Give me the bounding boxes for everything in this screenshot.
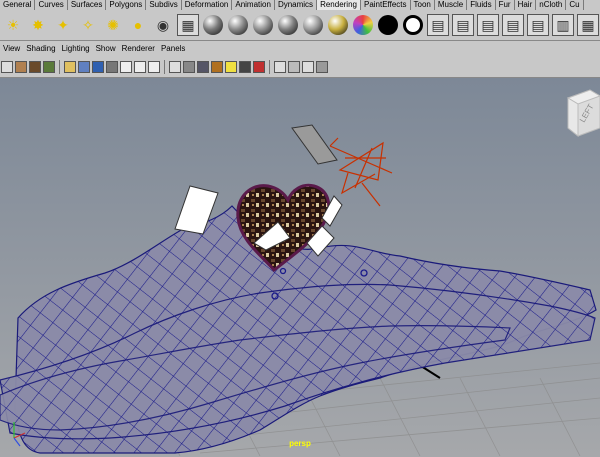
directional-light-icon[interactable]: ☀ [2,14,24,36]
shelf-tab-polygons[interactable]: Polygons [106,0,147,10]
shelf-tab-dynamics[interactable]: Dynamics [275,0,318,10]
shelf-tab-toon[interactable]: Toon [411,0,435,10]
textured-icon[interactable] [211,61,223,73]
shelf-tab-fluids[interactable]: Fluids [467,0,496,10]
panel-menu-lighting[interactable]: Lighting [59,44,93,53]
scene-canvas: LEFT [0,78,600,457]
aim-camera-icon[interactable]: ▦ [177,14,199,36]
ipr-render-icon[interactable]: ▤ [452,14,474,36]
shadows-icon[interactable] [239,61,251,73]
panel-menu-shading[interactable]: Shading [23,44,58,53]
shelf-tab-fur[interactable]: Fur [496,0,515,10]
ambient-light-icon[interactable]: ● [127,14,149,36]
gate-mask-icon[interactable] [106,61,118,73]
shelf-tab-cu[interactable]: Cu [566,0,584,10]
select-camera-icon[interactable] [1,61,13,73]
shelf-tab-surfaces[interactable]: Surfaces [68,0,107,10]
isolate-select-icon[interactable] [274,61,286,73]
film-gate-icon[interactable] [78,61,90,73]
safe-action-icon[interactable] [134,61,146,73]
use-all-lights-icon[interactable] [225,61,237,73]
shelf-tab-subdivs[interactable]: Subdivs [146,0,182,10]
volume-light-icon[interactable]: ✺ [102,14,124,36]
ramp-color-shader-icon[interactable] [352,14,374,36]
hypershade-icon[interactable]: ▥ [552,14,574,36]
phong-shader-icon[interactable] [252,14,274,36]
panel-menu-panels[interactable]: Panels [158,44,188,53]
toolbar-divider [269,60,270,74]
shelf-tab-muscle[interactable]: Muscle [435,0,468,10]
resolution-gate-icon[interactable] [92,61,104,73]
panel-menu-bar: View Shading Lighting Show Renderer Panels [0,41,600,56]
camera-name-label: persp [289,439,311,448]
shelf-toolbar: ☀✸✦✧✺●◉▦▤▤▤▤▤▥▦✕▤ [0,10,600,41]
toolbar-divider [59,60,60,74]
shelf-tab-rendering[interactable]: Rendering [317,0,361,10]
shelf-tab-painteffects[interactable]: PaintEffects [361,0,411,10]
batch-render-icon[interactable]: ▤ [527,14,549,36]
render-view-icon[interactable]: ▤ [502,14,524,36]
xray-icon[interactable] [288,61,300,73]
phong-e-shader-icon[interactable] [277,14,299,36]
panel-menu-show[interactable]: Show [93,44,119,53]
high-quality-icon[interactable] [253,61,265,73]
shelf-tab-general[interactable]: General [0,0,36,10]
view-cube[interactable]: LEFT [566,89,600,138]
shelf-tab-hair[interactable]: Hair [515,0,537,10]
bookmark-icon[interactable] [29,61,41,73]
shelf-tab-curves[interactable]: Curves [35,0,68,10]
render-settings-icon[interactable]: ▤ [477,14,499,36]
toolbar-divider [164,60,165,74]
shelf-tabs: General Curves Surfaces Polygons Subdivs Defo… [0,0,600,10]
ramp-shader-icon[interactable] [327,14,349,36]
shelf-tab-ncloth[interactable]: nCloth [536,0,567,10]
lambert-shader-icon[interactable] [202,14,224,36]
shelf-tab-deformation[interactable]: Deformation [182,0,233,10]
smooth-shade-icon[interactable] [183,61,195,73]
render-current-frame-icon[interactable]: ▤ [427,14,449,36]
wireframe-icon[interactable] [169,61,181,73]
field-chart-icon[interactable] [120,61,132,73]
panel-menu-view[interactable]: View [0,44,23,53]
panel-menu-renderer[interactable]: Renderer [119,44,158,53]
backface-culling-icon[interactable] [316,61,328,73]
area-light-icon[interactable]: ✧ [77,14,99,36]
shelf-tab-animation[interactable]: Animation [232,0,275,10]
use-background-shader-icon[interactable] [402,14,424,36]
safe-title-icon[interactable] [148,61,160,73]
surface-shader-icon[interactable] [377,14,399,36]
camera-icon[interactable]: ◉ [152,14,174,36]
blinn-shader-icon[interactable] [227,14,249,36]
camera-attributes-icon[interactable] [15,61,27,73]
spot-light-icon[interactable]: ✸ [27,14,49,36]
grid-icon[interactable] [64,61,76,73]
anisotropic-shader-icon[interactable] [302,14,324,36]
xray-joints-icon[interactable] [302,61,314,73]
point-light-icon[interactable]: ✦ [52,14,74,36]
image-plane-icon[interactable] [43,61,55,73]
perspective-viewport[interactable]: LEFT [0,78,600,457]
wireframe-on-shaded-icon[interactable] [197,61,209,73]
panel-toolbar [0,57,600,78]
light-linking-icon[interactable]: ▦ [577,14,599,36]
